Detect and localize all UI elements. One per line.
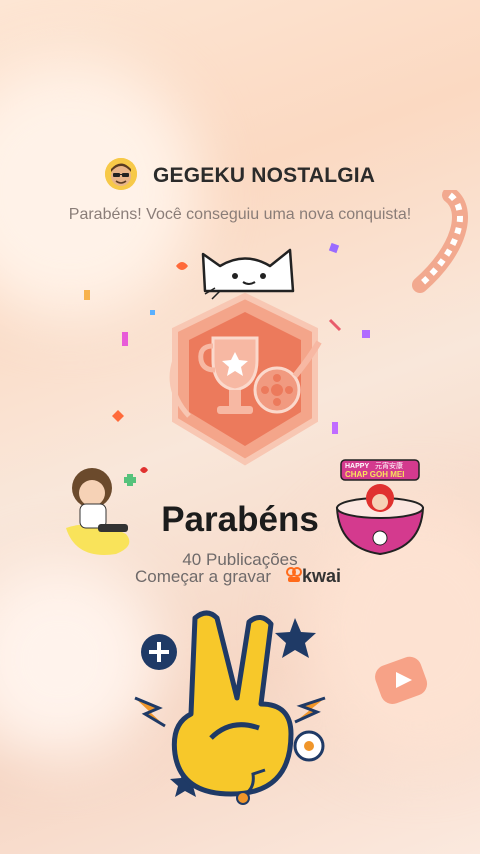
user-header: GEGEKU NOSTALGIA — [0, 158, 480, 194]
kwai-icon — [286, 567, 302, 583]
sunglasses-avatar-icon — [105, 158, 137, 190]
start-recording-link[interactable]: Começar a gravar — [135, 567, 271, 587]
user-avatar[interactable] — [105, 158, 137, 190]
bowl-text-chinese: 元宵安康 — [375, 461, 403, 470]
trophy-film-badge-icon — [169, 292, 322, 466]
username-label: GEGEKU NOSTALGIA — [153, 164, 376, 187]
achievement-title: Parabéns — [161, 500, 319, 539]
bowl-text-happy: HAPPY — [345, 463, 369, 470]
achievement-message: Parabéns! Você conseguiu uma nova conqui… — [68, 206, 412, 223]
peace-hand-sticker — [134, 610, 326, 805]
play-decoration-icon — [375, 656, 428, 704]
kwai-brand-label: kwai — [302, 566, 342, 586]
bowl-text-chap-goh-mei: CHAP GOH MEI — [345, 470, 404, 479]
kwai-logo: kwai — [286, 566, 341, 587]
